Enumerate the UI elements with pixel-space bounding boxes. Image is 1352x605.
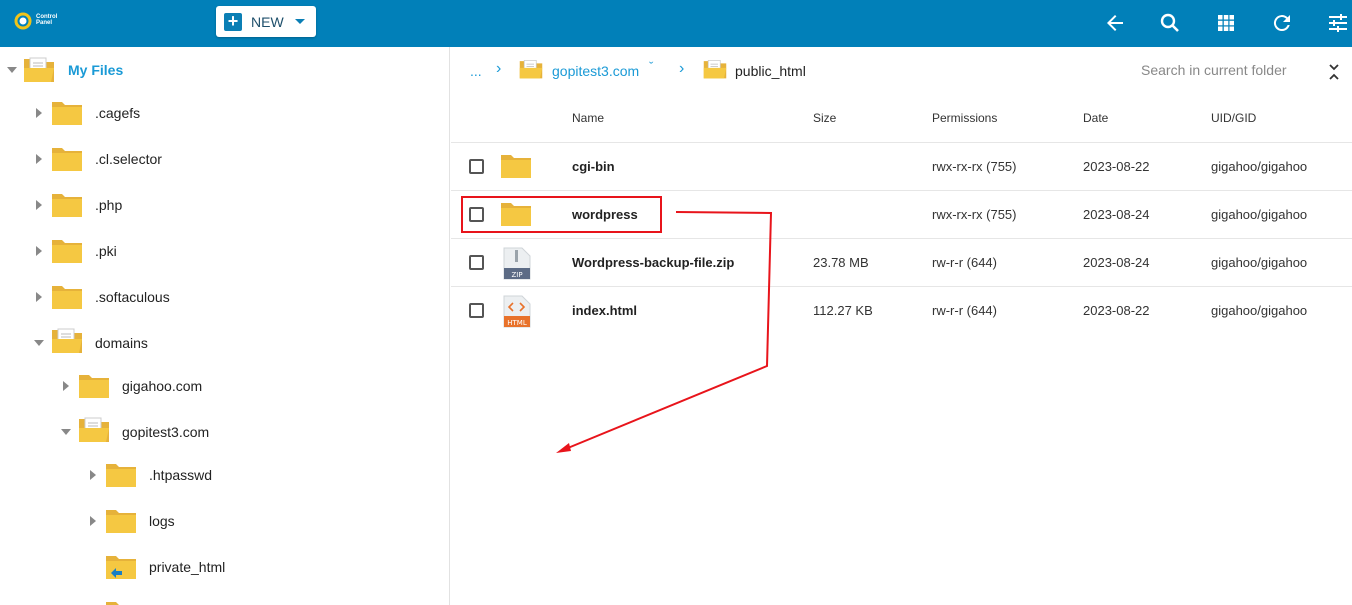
tree-item-domains[interactable]: domains [0, 325, 440, 361]
folder-icon [51, 145, 83, 172]
tree-item-htpasswd[interactable]: .htpasswd [0, 457, 440, 493]
settings-sliders-icon[interactable] [1326, 11, 1350, 35]
caret-down-icon [295, 19, 305, 24]
logo-text: Control Panel [36, 14, 58, 26]
folder-tree-sidebar: My Files .cagefs .cl.selector .php .pki … [0, 47, 450, 605]
tree-item-cagefs[interactable]: .cagefs [0, 95, 440, 131]
plus-icon: + [224, 12, 242, 31]
folder-icon [51, 283, 83, 310]
expand-toggle-icon[interactable] [90, 516, 96, 526]
tree-item-cl-selector[interactable]: .cl.selector [0, 141, 440, 177]
tree-item-label: private_html [149, 559, 226, 575]
tree-item-label: .pki [95, 243, 117, 259]
tree-item-gigahoo-com[interactable]: gigahoo.com [0, 368, 440, 404]
expand-toggle-icon[interactable] [34, 340, 44, 346]
tree-item-label: .softaculous [95, 289, 170, 305]
grid-view-icon[interactable] [1214, 11, 1238, 35]
tree-item-label: gigahoo.com [122, 378, 203, 394]
tree-item-label: .php [95, 197, 123, 213]
folder-link-icon [105, 553, 137, 580]
expand-toggle-icon[interactable] [36, 154, 42, 164]
folder-icon [51, 191, 83, 218]
tree-item-label: domains [95, 335, 148, 351]
expand-toggle-icon[interactable] [36, 292, 42, 302]
top-bar: Control Panel + NEW [0, 0, 1352, 47]
expand-toggle-icon[interactable] [36, 200, 42, 210]
folder-icon [78, 372, 110, 399]
expand-toggle-icon[interactable] [36, 108, 42, 118]
folder-icon [105, 599, 137, 605]
folder-open-icon [23, 56, 55, 83]
tree-item-label: logs [149, 513, 175, 529]
tree-item-label: .cagefs [95, 105, 141, 121]
new-button[interactable]: + NEW [216, 6, 316, 37]
tree-item-my-files[interactable]: My Files [0, 52, 440, 88]
tree-item-gopitest3-com[interactable]: gopitest3.com [0, 414, 440, 450]
folder-open-icon [78, 416, 110, 443]
tree-item-label: .htpasswd [149, 467, 213, 483]
expand-toggle-icon[interactable] [63, 381, 69, 391]
expand-toggle-icon[interactable] [36, 246, 42, 256]
expand-toggle-icon[interactable] [61, 429, 71, 435]
expand-toggle-icon[interactable] [7, 67, 17, 73]
file-list-panel: ... › gopitest3.com ˇ › public_html Sear… [451, 47, 1352, 605]
folder-icon [105, 507, 137, 534]
folder-icon [105, 461, 137, 488]
tree-item-label: gopitest3.com [122, 424, 210, 440]
control-panel-logo[interactable]: Control Panel [14, 6, 64, 36]
folder-icon [51, 99, 83, 126]
tree-item-pki[interactable]: .pki [0, 233, 440, 269]
expand-toggle-icon[interactable] [90, 470, 96, 480]
folder-open-icon [51, 327, 83, 354]
back-arrow-icon[interactable] [1103, 11, 1127, 35]
new-button-label: NEW [251, 13, 284, 30]
folder-icon [51, 237, 83, 264]
tree-item-softaculous[interactable]: .softaculous [0, 279, 440, 315]
tree-root-label: My Files [68, 62, 124, 78]
tree-item-partial[interactable] [0, 595, 440, 605]
tree-item-label: .cl.selector [95, 151, 162, 167]
search-icon[interactable] [1158, 11, 1182, 35]
tree-item-logs[interactable]: logs [0, 503, 440, 539]
tree-item-private-html[interactable]: private_html [0, 549, 440, 585]
tree-item-php[interactable]: .php [0, 187, 440, 223]
refresh-icon[interactable] [1270, 11, 1294, 35]
annotation-arrow [556, 211, 773, 453]
